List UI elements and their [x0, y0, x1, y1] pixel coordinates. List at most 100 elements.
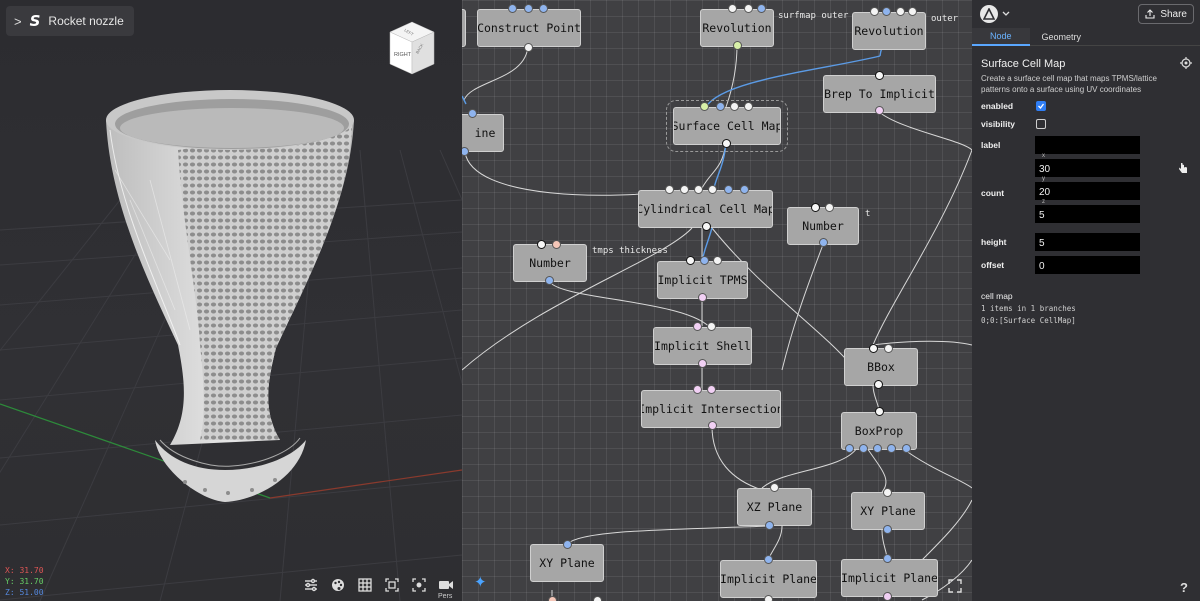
palette-icon[interactable]: [330, 577, 346, 593]
port[interactable]: [764, 555, 773, 564]
port[interactable]: [716, 102, 725, 111]
port[interactable]: [811, 203, 820, 212]
port[interactable]: [707, 322, 716, 331]
chevron-right-icon[interactable]: >: [14, 14, 22, 29]
sliders-icon[interactable]: [303, 577, 319, 593]
expand-icon[interactable]: [948, 579, 962, 593]
port[interactable]: [874, 380, 883, 389]
ai-sparkle-icon[interactable]: ✦: [474, 573, 487, 591]
grid-icon[interactable]: [357, 577, 373, 593]
node-partial-line[interactable]: ine: [462, 114, 504, 152]
project-title-chip[interactable]: > S Rocket nozzle: [6, 6, 134, 36]
port[interactable]: [765, 521, 774, 530]
locate-target-icon[interactable]: [1180, 57, 1192, 69]
count-x-field[interactable]: x 30: [1035, 153, 1140, 177]
port[interactable]: [698, 359, 707, 368]
label-field[interactable]: [1035, 136, 1140, 154]
port[interactable]: [875, 71, 884, 80]
port[interactable]: [694, 185, 703, 194]
port[interactable]: [700, 102, 709, 111]
panel-tabs: Node Geometry: [972, 28, 1200, 46]
port[interactable]: [883, 525, 892, 534]
port[interactable]: [713, 256, 722, 265]
port[interactable]: [700, 256, 709, 265]
port[interactable]: [708, 421, 717, 430]
port[interactable]: [702, 222, 711, 231]
port[interactable]: [686, 256, 695, 265]
port[interactable]: [884, 344, 893, 353]
port[interactable]: [728, 4, 737, 13]
port[interactable]: [908, 7, 917, 16]
port[interactable]: [819, 238, 828, 247]
port[interactable]: [740, 185, 749, 194]
height-field[interactable]: 5: [1035, 233, 1140, 251]
port[interactable]: [869, 344, 878, 353]
port[interactable]: [680, 185, 689, 194]
port[interactable]: [870, 7, 879, 16]
port[interactable]: [722, 139, 731, 148]
port[interactable]: [524, 4, 533, 13]
node-implicit-plane-2[interactable]: Implicit Plane: [841, 559, 938, 597]
view-cube[interactable]: RIGHT LEFT BACK: [386, 18, 438, 76]
port[interactable]: [665, 185, 674, 194]
port[interactable]: [552, 240, 561, 249]
camera-icon[interactable]: Pers: [438, 577, 454, 600]
port[interactable]: [724, 185, 733, 194]
port[interactable]: [896, 7, 905, 16]
fullscreen-icon[interactable]: [411, 577, 427, 593]
enabled-checkbox[interactable]: [1036, 101, 1046, 111]
port[interactable]: [733, 41, 742, 50]
port[interactable]: [693, 385, 702, 394]
port[interactable]: [744, 4, 753, 13]
port[interactable]: [468, 109, 477, 118]
port[interactable]: [757, 4, 766, 13]
port[interactable]: [548, 596, 557, 601]
port[interactable]: [875, 106, 884, 115]
port[interactable]: [845, 444, 854, 453]
visibility-checkbox[interactable]: [1036, 119, 1046, 129]
port[interactable]: [730, 102, 739, 111]
port[interactable]: [693, 322, 702, 331]
port[interactable]: [707, 385, 716, 394]
node-revolution-2[interactable]: Revolution: [852, 12, 926, 50]
port[interactable]: [875, 407, 884, 416]
count-y-field[interactable]: y 20: [1035, 176, 1140, 200]
tab-geometry[interactable]: Geometry: [1030, 28, 1094, 46]
port[interactable]: [770, 483, 779, 492]
port[interactable]: [825, 203, 834, 212]
port[interactable]: [708, 185, 717, 194]
port[interactable]: [539, 4, 548, 13]
offset-field[interactable]: 0: [1035, 256, 1140, 274]
focus-icon[interactable]: [384, 577, 400, 593]
port[interactable]: [744, 102, 753, 111]
node-xy-plane-1[interactable]: XY Plane: [530, 544, 604, 582]
port[interactable]: [563, 540, 572, 549]
port[interactable]: [859, 444, 868, 453]
port[interactable]: [545, 276, 554, 285]
port[interactable]: [873, 444, 882, 453]
port[interactable]: [537, 240, 546, 249]
3d-viewport[interactable]: > S Rocket nozzle RIGHT LEFT BACK X: 31.…: [0, 0, 462, 601]
node-cylindrical-cell-map-label: Cylindrical Cell Map: [638, 202, 773, 216]
port[interactable]: [593, 596, 602, 601]
port[interactable]: [902, 444, 911, 453]
port[interactable]: [883, 488, 892, 497]
node-partial-top[interactable]: [462, 9, 466, 47]
count-z-field[interactable]: z 5: [1035, 199, 1140, 223]
node-construct-point[interactable]: Construct Point: [477, 9, 581, 47]
port[interactable]: [764, 595, 773, 601]
port[interactable]: [883, 592, 892, 601]
port[interactable]: [508, 4, 517, 13]
tab-node[interactable]: Node: [972, 28, 1030, 46]
share-button[interactable]: Share: [1138, 4, 1194, 24]
port[interactable]: [698, 293, 707, 302]
node-graph[interactable]: ine Construct Point Revolution surfmap o…: [462, 0, 972, 601]
port[interactable]: [887, 444, 896, 453]
port[interactable]: [883, 554, 892, 563]
node-implicit-plane-1[interactable]: Implicit Plane: [720, 560, 817, 598]
port[interactable]: [882, 7, 891, 16]
node-xz-plane[interactable]: XZ Plane: [737, 488, 812, 526]
port[interactable]: [524, 43, 533, 52]
brand-menu[interactable]: [980, 5, 1010, 23]
help-button[interactable]: ?: [1180, 580, 1188, 595]
